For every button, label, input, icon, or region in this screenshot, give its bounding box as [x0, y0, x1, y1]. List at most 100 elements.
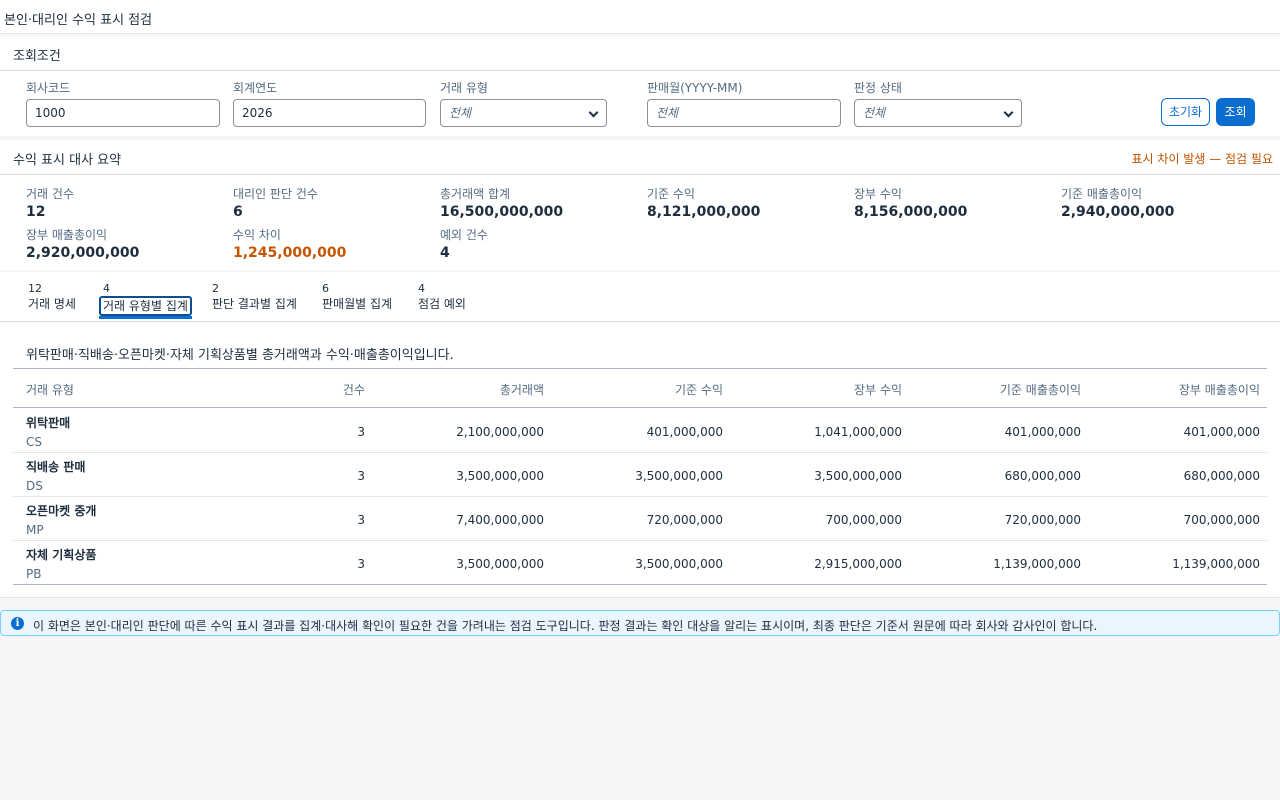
kpi-label: 거래 건수	[26, 187, 74, 201]
cell-std-gross-profit: 680,000,000	[1004, 469, 1081, 483]
column-header: 건수	[342, 383, 365, 397]
cell-gross: 3,500,000,000	[456, 557, 544, 571]
tab-label: 판매월별 집계	[322, 297, 393, 311]
kpi-value: 12	[26, 204, 46, 220]
type-code: DS	[26, 479, 43, 493]
cell-gross: 2,100,000,000	[456, 425, 544, 439]
chevron-down-icon	[1003, 107, 1014, 118]
cell-book-gross-profit: 401,000,000	[1183, 425, 1260, 439]
cell-std-revenue: 3,500,000,000	[635, 469, 723, 483]
table-row[interactable]: 오픈마켓 중개 MP 3 7,400,000,000 720,000,000 7…	[13, 497, 1267, 541]
kpi-label: 예외 건수	[440, 228, 488, 242]
cell-std-gross-profit: 720,000,000	[1004, 513, 1081, 527]
table-row[interactable]: 위탁판매 CS 3 2,100,000,000 401,000,000 1,04…	[13, 409, 1267, 453]
type-code: CS	[26, 435, 42, 449]
kpi-value: 4	[440, 245, 450, 261]
column-header: 거래 유형	[26, 383, 74, 397]
kpi-label: 대리인 판단 건수	[233, 187, 318, 201]
cell-book-revenue: 2,915,000,000	[814, 557, 902, 571]
tab-active-indicator	[99, 316, 192, 319]
cell-book-gross-profit: 700,000,000	[1183, 513, 1260, 527]
tab-by-type[interactable]: 4 거래 유형별 집계	[99, 282, 192, 319]
cell-std-gross-profit: 401,000,000	[1004, 425, 1081, 439]
type-name: 위탁판매	[26, 416, 71, 430]
cell-gross: 7,400,000,000	[456, 513, 544, 527]
kpi-book-revenue: 장부 수익 8,156,000,000	[854, 185, 967, 220]
kpi-value: 1,245,000,000	[233, 245, 347, 261]
discrepancy-warning: 표시 차이 발생 — 점검 필요	[1131, 152, 1273, 166]
type-code: PB	[26, 567, 42, 581]
txn-type-select[interactable]: 전체	[440, 99, 607, 127]
summary-panel-header: 수익 표시 대사 요약 표시 차이 발생 — 점검 필요	[0, 140, 1280, 175]
kpi-label: 기준 매출총이익	[1061, 187, 1143, 201]
kpi-agent-count: 대리인 판단 건수 6	[233, 185, 318, 220]
table-header: 거래 유형 건수 총거래액 기준 수익 장부 수익 기준 매출총이익 장부 매출…	[13, 368, 1267, 408]
kpi-value: 2,920,000,000	[26, 245, 140, 261]
type-name: 자체 기획상품	[26, 548, 97, 562]
fiscal-year-label: 회계연도	[233, 81, 278, 95]
chevron-down-icon	[588, 107, 599, 118]
kpi-revenue-difference: 수익 차이 1,245,000,000	[233, 226, 346, 261]
cell-std-revenue: 401,000,000	[646, 425, 723, 439]
table-description: 위탁판매·직배송·오픈마켓·자체 기획상품별 총거래액과 수익·매출총이익입니다…	[26, 348, 454, 363]
cell-book-revenue: 1,041,000,000	[814, 425, 902, 439]
kpi-label: 기준 수익	[647, 187, 695, 201]
txn-type-value: 전체	[449, 106, 472, 120]
cell-count: 3	[357, 469, 365, 483]
tab-label: 점검 예외	[418, 297, 466, 311]
kpi-std-gross-profit: 기준 매출총이익 2,940,000,000	[1061, 185, 1174, 220]
kpi-gross-total: 총거래액 합계 16,500,000,000	[440, 185, 563, 220]
kpi-label: 장부 수익	[854, 187, 902, 201]
table-row[interactable]: 직배송 판매 DS 3 3,500,000,000 3,500,000,000 …	[13, 453, 1267, 497]
judgment-status-label: 판정 상태	[854, 81, 902, 95]
txn-type-label: 거래 유형	[440, 81, 488, 95]
search-button[interactable]: 조회	[1216, 98, 1255, 126]
kpi-label: 장부 매출총이익	[26, 228, 108, 242]
cell-book-gross-profit: 1,139,000,000	[1172, 557, 1260, 571]
tab-count: 6	[322, 282, 329, 295]
info-message-strip: i 이 화면은 본인·대리인 판단에 따른 수익 표시 결과를 집계·대사해 확…	[0, 610, 1280, 636]
kpi-value: 8,156,000,000	[854, 204, 968, 220]
kpi-label: 총거래액 합계	[440, 187, 511, 201]
cell-book-revenue: 700,000,000	[825, 513, 902, 527]
kpi-value: 2,940,000,000	[1061, 204, 1175, 220]
kpi-value: 6	[233, 204, 243, 220]
tab-exceptions[interactable]: 4 점검 예외	[418, 282, 466, 314]
cell-gross: 3,500,000,000	[456, 469, 544, 483]
tab-label: 거래 유형별 집계	[103, 299, 188, 313]
judgment-status-select[interactable]: 전체	[854, 99, 1022, 127]
tab-count: 4	[418, 282, 425, 295]
cell-std-gross-profit: 1,139,000,000	[993, 557, 1081, 571]
cell-count: 3	[357, 557, 365, 571]
cell-std-revenue: 720,000,000	[646, 513, 723, 527]
kpi-txn-count: 거래 건수 12	[26, 185, 74, 220]
filter-panel-header: 조회조건	[0, 36, 1280, 71]
tab-label: 판단 결과별 집계	[212, 297, 297, 311]
reset-button[interactable]: 초기화	[1161, 98, 1210, 126]
company-code-input[interactable]: 1000	[26, 99, 220, 127]
type-code: MP	[26, 523, 44, 537]
column-header: 총거래액	[499, 383, 544, 397]
info-icon: i	[11, 617, 24, 630]
tab-by-month[interactable]: 6 판매월별 집계	[322, 282, 392, 314]
type-name: 직배송 판매	[26, 460, 86, 474]
cell-count: 3	[357, 513, 365, 527]
kpi-value: 16,500,000,000	[440, 204, 564, 220]
tab-count: 4	[103, 282, 110, 295]
tab-transactions[interactable]: 12 거래 명세	[28, 282, 76, 314]
column-header: 기준 수익	[675, 383, 723, 397]
cell-count: 3	[357, 425, 365, 439]
tab-content: 위탁판매·직배송·오픈마켓·자체 기획상품별 총거래액과 수익·매출총이익입니다…	[0, 322, 1280, 598]
sale-month-label: 판매월(YYYY-MM)	[647, 81, 743, 95]
company-code-label: 회사코드	[26, 81, 71, 95]
table-row[interactable]: 자체 기획상품 PB 3 3,500,000,000 3,500,000,000…	[13, 541, 1267, 585]
fiscal-year-input[interactable]: 2026	[233, 99, 426, 127]
kpi-value: 8,121,000,000	[647, 204, 761, 220]
tab-count: 12	[28, 282, 42, 295]
kpi-label: 수익 차이	[233, 228, 281, 242]
cell-std-revenue: 3,500,000,000	[635, 557, 723, 571]
tab-by-judgment[interactable]: 2 판단 결과별 집계	[212, 282, 297, 314]
sale-month-input[interactable]: 전체	[647, 99, 841, 127]
cell-book-gross-profit: 680,000,000	[1183, 469, 1260, 483]
filter-panel-title: 조회조건	[13, 49, 61, 64]
